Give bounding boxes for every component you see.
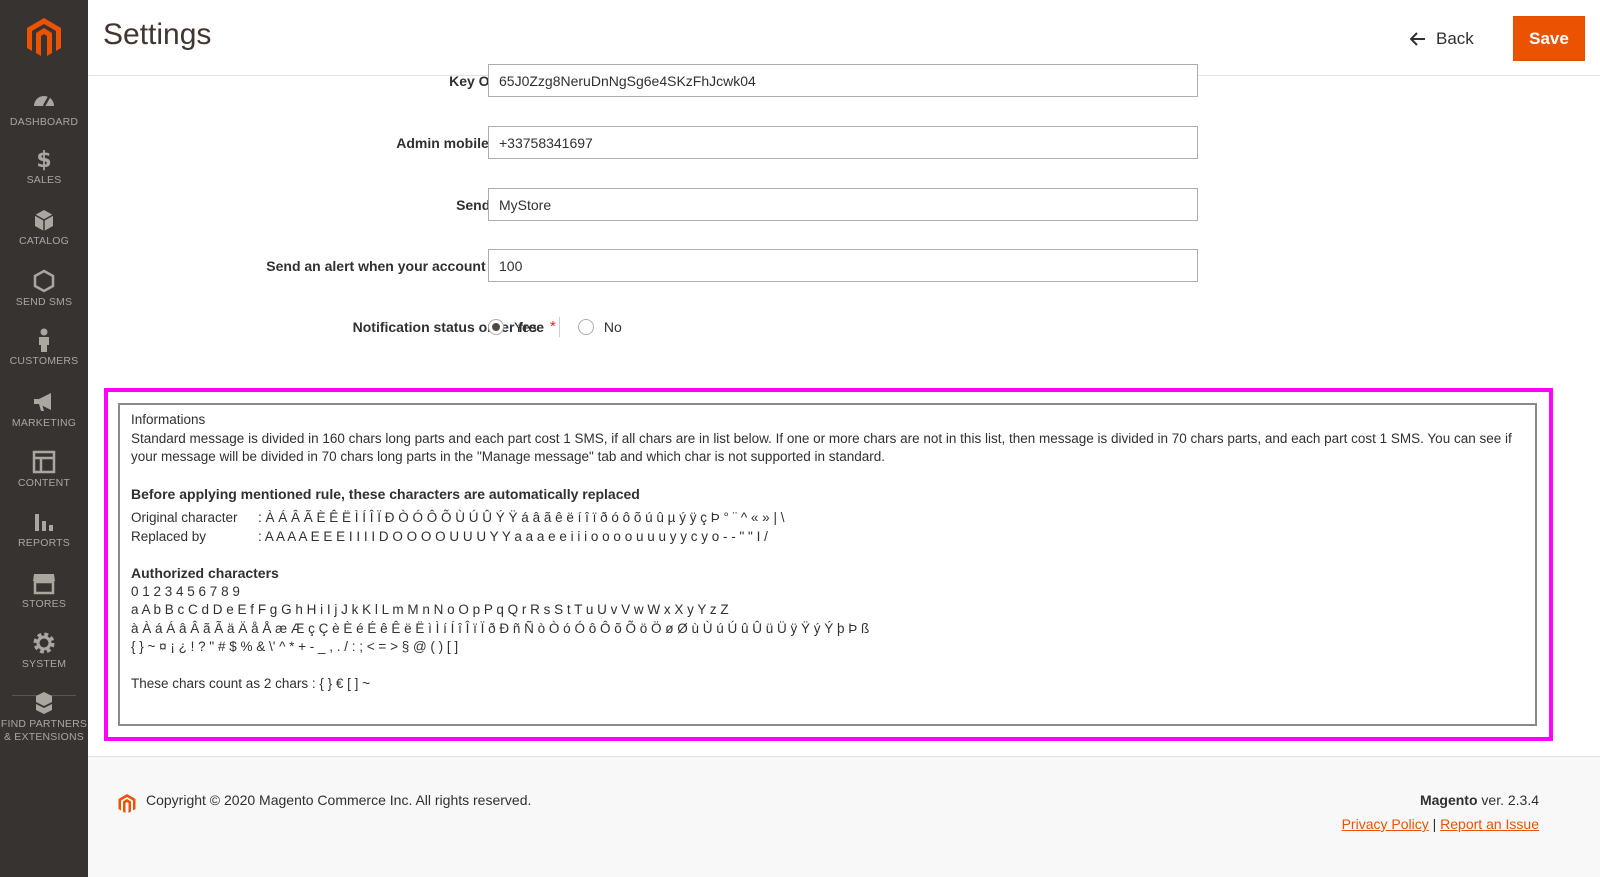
svg-text:$: $ [36, 148, 51, 172]
gear-icon [33, 632, 55, 654]
key-octopush-row: Key Octopush * [88, 64, 1198, 98]
cubes-icon [36, 692, 52, 714]
save-button[interactable]: Save [1513, 16, 1585, 61]
radio-yes[interactable] [488, 319, 504, 335]
nav-label: CONTENT [17, 477, 71, 489]
authorized-line: 0 1 2 3 4 5 6 7 8 9 [131, 583, 240, 599]
original-chars: : À Á Â Ã È Ê Ë Ì Í Î Ï Ð Ò Ó Ô Õ Ù Ú Û … [258, 510, 785, 525]
informations-box: Informations Standard message is divided… [118, 403, 1537, 726]
nav-label: SYSTEM [21, 658, 67, 670]
nav-marketing[interactable]: MARKETING [0, 389, 88, 430]
store-icon [33, 574, 55, 595]
dollar-icon: $ [36, 148, 51, 172]
sender-name-input[interactable] [488, 188, 1198, 221]
hexagon-icon [33, 269, 55, 293]
sender-name-row: Sender name [88, 188, 1198, 222]
alert-threshold-input[interactable] [488, 249, 1198, 282]
version-text: Magento ver. 2.3.4 [1420, 792, 1539, 808]
back-label: Back [1436, 29, 1474, 48]
copyright-text: Copyright © 2020 Magento Commerce Inc. A… [146, 792, 532, 808]
page-footer: Copyright © 2020 Magento Commerce Inc. A… [88, 756, 1600, 877]
nav-content[interactable]: CONTENT [0, 449, 88, 490]
original-chars-row: Original character : À Á Â Ã È Ê Ë Ì Í Î… [131, 509, 1524, 528]
version-number: ver. 2.3.4 [1477, 792, 1539, 808]
nav-label: CATALOG [18, 235, 70, 247]
megaphone-icon [34, 393, 51, 411]
nav-label: REPORTS [18, 537, 70, 549]
replaced-chars: : A A A A E E E I I I I D O O O O U U U … [258, 528, 768, 544]
brand-name: Magento [1419, 792, 1478, 808]
magento-logo-icon[interactable] [24, 16, 64, 60]
link-separator: | [1428, 816, 1441, 832]
notification-radio-group: Yes No [488, 310, 622, 344]
double-chars-note: These chars count as 2 chars : { } € [ ]… [131, 675, 371, 691]
nav-label: SALES [26, 174, 62, 186]
person-icon [39, 328, 49, 352]
replaced-chars-row: Replaced by : A A A A E E E I I I I D O … [131, 528, 1524, 547]
radio-no-label[interactable]: No [604, 319, 622, 335]
bar-chart-icon [35, 514, 53, 531]
layout-icon [32, 450, 56, 474]
info-description: Standard message is divided in 160 chars… [131, 430, 1512, 465]
radio-divider [558, 317, 560, 337]
nav-system[interactable]: SYSTEM [0, 630, 88, 671]
alert-threshold-row: Send an alert when your account is under [88, 249, 1198, 283]
nav-dashboard[interactable]: DASHBOARD [0, 88, 88, 129]
radio-no[interactable] [577, 319, 594, 335]
nav-label: CUSTOMERS [9, 355, 79, 367]
nav-label: MARKETING [11, 417, 77, 429]
replaced-label: Replaced by [131, 528, 207, 544]
authorized-line: à À á Á â Â ã Ã ä Ä å Å æ Æ ç Ç è È é É … [131, 620, 870, 636]
box-icon [34, 210, 54, 231]
page-title: Settings [103, 18, 212, 51]
nav-label: SEND SMS [15, 296, 73, 308]
radio-yes-label[interactable]: Yes [514, 319, 537, 335]
nav-find-partners[interactable]: FIND PARTNERS & EXTENSIONS [0, 690, 88, 744]
report-issue-link[interactable]: Report an Issue [1440, 816, 1539, 832]
authorized-line: a A b B c C d D e E f F g G h H i I j J … [131, 602, 729, 617]
key-octopush-input[interactable] [488, 64, 1198, 97]
nav-stores[interactable]: STORES [0, 570, 88, 611]
nav-customers[interactable]: CUSTOMERS [0, 327, 88, 368]
nav-label: DASHBOARD [9, 116, 79, 128]
nav-sales[interactable]: $ SALES [0, 146, 88, 187]
authorized-line: { } ~ ¤ ¡ ¿ ! ? " # $ % & \' ^ * + - _ ,… [131, 639, 459, 654]
original-label: Original character [131, 510, 238, 525]
authorized-heading: Authorized characters [131, 565, 279, 581]
admin-mobile-input[interactable] [488, 126, 1198, 159]
notification-status-row: Notification status order free * Yes No [88, 310, 1198, 344]
nav-label: STORES [21, 598, 67, 610]
arrow-left-icon [1410, 32, 1425, 46]
nav-label: FIND PARTNERS & EXTENSIONS [0, 718, 88, 743]
admin-sidebar: DASHBOARD $ SALES CATALOG SEND SMS CUSTO… [0, 0, 88, 877]
back-button[interactable]: Back [1410, 22, 1474, 56]
footer-links: Privacy Policy | Report an Issue [1342, 816, 1539, 832]
magento-logo-icon [118, 794, 136, 813]
dashboard-icon [34, 96, 54, 107]
nav-send-sms[interactable]: SEND SMS [0, 268, 88, 309]
nav-catalog[interactable]: CATALOG [0, 207, 88, 248]
info-title: Informations [131, 412, 206, 427]
replace-heading: Before applying mentioned rule, these ch… [131, 485, 640, 502]
admin-mobile-row: Admin mobile number * [88, 126, 1198, 160]
nav-reports[interactable]: REPORTS [0, 509, 88, 550]
privacy-policy-link[interactable]: Privacy Policy [1342, 816, 1429, 832]
